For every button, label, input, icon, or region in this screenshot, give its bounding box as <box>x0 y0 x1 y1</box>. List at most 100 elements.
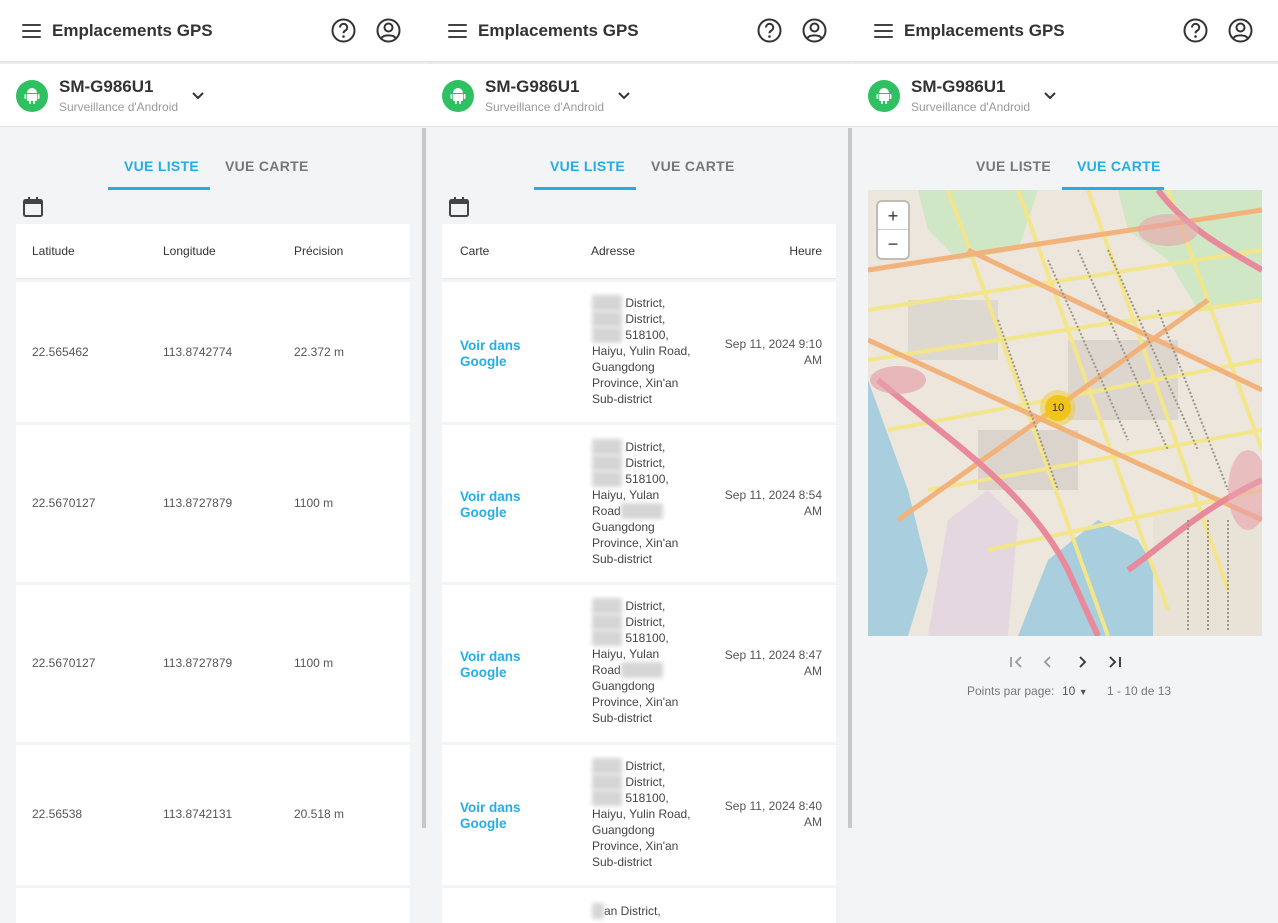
time-cell: Sep 11, 2024 8:54 AM <box>724 488 822 518</box>
device-selector[interactable]: SM-G986U1 Surveillance d'Android <box>852 64 1278 127</box>
first-page-icon[interactable] <box>1006 652 1026 672</box>
table-row: 22.5670127 113.8727879 1100 m <box>16 425 410 582</box>
zoom-in-button[interactable]: + <box>878 202 908 230</box>
time-cell: Sep 11, 2024 9:10 AM <box>724 337 822 367</box>
tab-list-view[interactable]: VUE LISTE <box>550 158 625 174</box>
device-name: SM-G986U1 <box>485 77 580 96</box>
time-cell: Sep 11, 2024 8:40 AM <box>724 799 822 829</box>
map[interactable]: + − 10 <box>868 190 1262 636</box>
latitude-cell: 22.5670127 <box>32 656 96 670</box>
location-cluster-marker[interactable]: 10 <box>1040 390 1076 426</box>
view-in-google-link[interactable]: Voir dans Google <box>460 800 521 832</box>
cluster-count: 10 <box>1045 395 1071 421</box>
tab-map-view[interactable]: VUE CARTE <box>225 158 309 174</box>
app-title: Emplacements GPS <box>904 21 1065 40</box>
menu-icon[interactable] <box>448 22 468 38</box>
header-latitude: Latitude <box>32 244 75 258</box>
table-row: 22.56538 113.8742131 20.518 m <box>16 745 410 885</box>
address-cell: xxxxx District, xxxxx District, xxxxx 51… <box>592 439 679 566</box>
tab-map-view[interactable]: VUE CARTE <box>1077 158 1161 174</box>
last-page-icon[interactable] <box>1105 652 1125 672</box>
latitude-cell: 22.56538 <box>32 807 83 821</box>
precision-cell: 22.372 m <box>294 345 345 359</box>
android-icon <box>16 80 48 112</box>
per-page-select[interactable]: 10 ▼ <box>1062 684 1088 698</box>
help-icon[interactable] <box>756 17 783 44</box>
device-selector[interactable]: SM-G986U1 Surveillance d'Android <box>426 64 852 127</box>
device-subtitle: Surveillance d'Android <box>59 100 179 114</box>
latitude-cell: 22.565462 <box>32 345 89 359</box>
calendar-icon[interactable] <box>22 196 44 218</box>
tab-map-view[interactable]: VUE CARTE <box>651 158 735 174</box>
view-in-google-link[interactable]: Voir dans Google <box>460 649 521 681</box>
top-app-bar: Emplacements GPS <box>0 0 426 62</box>
active-tab-indicator <box>108 187 210 190</box>
table-row: Voir dansGoogle xxxxx District, xxxxx Di… <box>442 425 836 582</box>
header-address: Adresse <box>591 244 636 258</box>
per-page-label: Points par page: <box>967 684 1055 698</box>
header-longitude: Longitude <box>163 244 216 258</box>
longitude-cell: 113.8727879 <box>163 656 233 670</box>
menu-icon[interactable] <box>22 22 42 38</box>
precision-cell: 1100 m <box>294 496 334 510</box>
screenshots: Emplacements GPS SM-G986U1 Surveillance … <box>0 0 1278 923</box>
chevron-down-icon[interactable] <box>614 89 634 103</box>
chevron-down-icon[interactable] <box>188 89 208 103</box>
device-name: SM-G986U1 <box>911 77 1006 96</box>
device-subtitle: Surveillance d'Android <box>485 100 605 114</box>
menu-icon[interactable] <box>874 22 894 38</box>
panel-list-coordinates: Emplacements GPS SM-G986U1 Surveillance … <box>0 0 426 923</box>
active-tab-indicator <box>534 187 636 190</box>
help-icon[interactable] <box>1182 17 1209 44</box>
android-icon <box>442 80 474 112</box>
table-row: Voir dansGoogle xxxxx District, xxxxx Di… <box>442 585 836 742</box>
table-row <box>16 888 410 923</box>
tab-list-view[interactable]: VUE LISTE <box>976 158 1051 174</box>
app-title: Emplacements GPS <box>52 21 213 40</box>
pagination-range: 1 - 10 de 13 <box>1107 684 1172 698</box>
help-icon[interactable] <box>330 17 357 44</box>
header-map: Carte <box>460 244 490 258</box>
coordinates-table: Latitude Longitude Précision <box>16 224 410 279</box>
address-cell: xxxxx District, xxxxx District, xxxxx 51… <box>592 758 691 869</box>
app-title: Emplacements GPS <box>478 21 639 40</box>
precision-cell: 20.518 m <box>294 807 345 821</box>
zoom-out-button[interactable]: − <box>878 230 908 258</box>
table-header: Carte Adresse Heure <box>442 224 836 279</box>
table-row: Voir dansGoogle xxxxx District, xxxxx Di… <box>442 745 836 885</box>
zoom-controls: + − <box>878 202 908 258</box>
account-icon[interactable] <box>1227 17 1254 44</box>
tab-list-view[interactable]: VUE LISTE <box>124 158 199 174</box>
account-icon[interactable] <box>375 17 402 44</box>
account-icon[interactable] <box>801 17 828 44</box>
table-row: xxan District, <box>442 888 836 923</box>
next-page-icon[interactable] <box>1072 652 1092 672</box>
longitude-cell: 113.8742774 <box>163 345 233 359</box>
header-time: Heure <box>789 244 822 258</box>
device-subtitle: Surveillance d'Android <box>911 100 1031 114</box>
top-app-bar: Emplacements GPS <box>852 0 1278 62</box>
address-cell: xxxxx District, xxxxx District, xxxxx 51… <box>592 295 691 406</box>
latitude-cell: 22.5670127 <box>32 496 96 510</box>
view-in-google-link[interactable]: Voir dans Google <box>460 338 521 370</box>
panel-list-addresses: Emplacements GPS SM-G986U1 Surveillance … <box>426 0 852 923</box>
chevron-down-icon[interactable] <box>1040 89 1060 103</box>
header-precision: Précision <box>294 244 344 258</box>
longitude-cell: 113.8727879 <box>163 496 233 510</box>
view-in-google-link[interactable]: Voir dans Google <box>460 489 521 521</box>
table-row: Voir dansGoogle xxxxx District, xxxxx Di… <box>442 282 836 422</box>
address-cell: xxxxx District, xxxxx District, xxxxx 51… <box>592 598 679 725</box>
time-cell: Sep 11, 2024 8:47 AM <box>724 648 822 678</box>
android-icon <box>868 80 900 112</box>
calendar-icon[interactable] <box>448 196 470 218</box>
precision-cell: 1100 m <box>294 656 334 670</box>
address-cell: xxan District, <box>592 903 697 919</box>
prev-page-icon[interactable] <box>1038 652 1058 672</box>
table-row: 22.5670127 113.8727879 1100 m <box>16 585 410 742</box>
top-app-bar: Emplacements GPS <box>426 0 852 62</box>
longitude-cell: 113.8742131 <box>163 807 233 821</box>
table-header: Latitude Longitude Précision <box>16 224 410 279</box>
panel-map-view: Emplacements GPS SM-G986U1 Surveillance … <box>852 0 1278 923</box>
device-selector[interactable]: SM-G986U1 Surveillance d'Android <box>0 64 426 127</box>
address-table: Carte Adresse Heure <box>442 224 836 279</box>
